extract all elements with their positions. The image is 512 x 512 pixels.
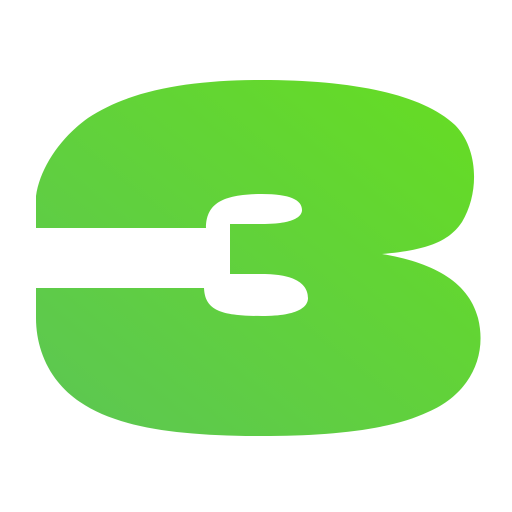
app-icon-canvas [0, 0, 512, 512]
stylized-number-three-logo-icon [36, 80, 481, 436]
logo-shape [36, 80, 481, 436]
